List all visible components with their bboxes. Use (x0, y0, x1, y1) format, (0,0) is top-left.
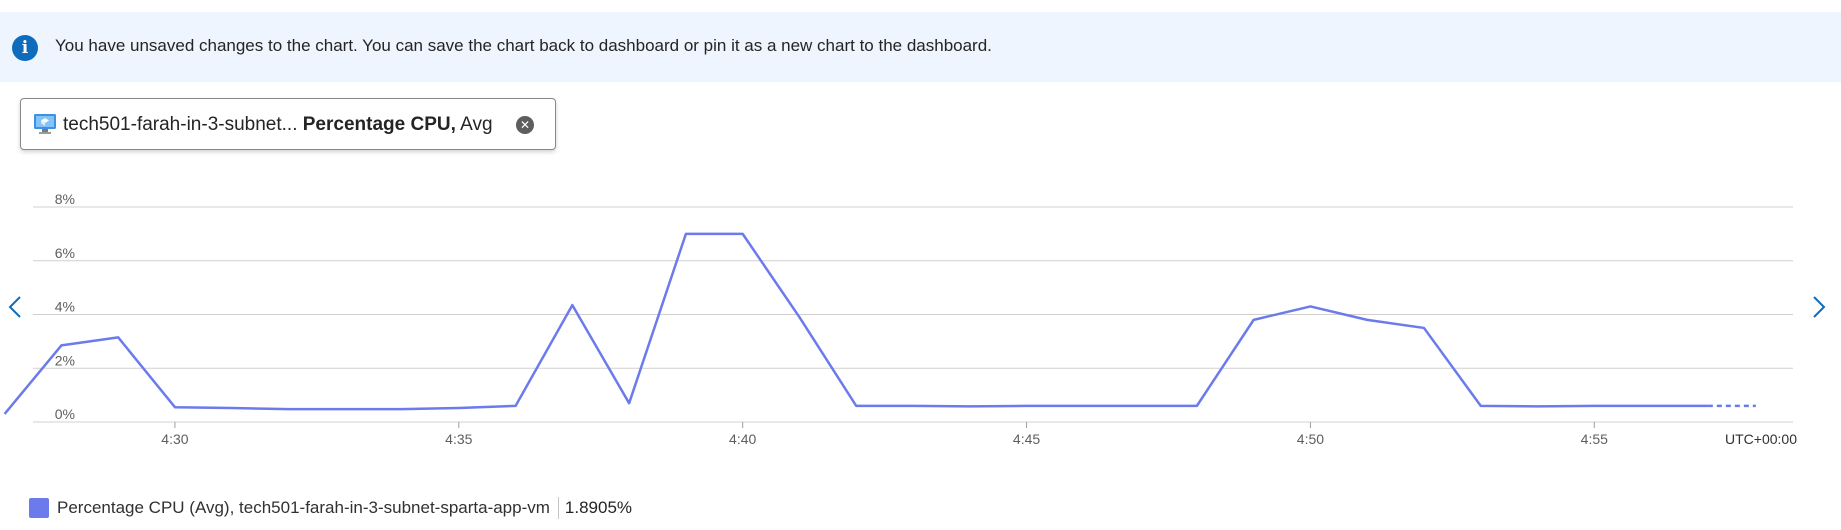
x-tick-label: 4:55 (1581, 431, 1608, 447)
x-tick-label: 4:40 (729, 431, 756, 447)
metric-pill-text: tech501-farah-in-3-subnet... Percentage … (63, 114, 493, 136)
x-tick-label: 4:35 (445, 431, 472, 447)
x-tick-label: 4:45 (1013, 431, 1040, 447)
y-tick-label: 2% (55, 352, 75, 368)
legend-value: 1.8905% (564, 498, 633, 517)
close-icon[interactable]: ✕ (516, 116, 534, 134)
x-tick-label: 4:30 (161, 431, 188, 447)
metric-name: Percentage CPU, (302, 114, 456, 135)
y-tick-label: 4% (55, 299, 75, 315)
cpu-line-chart: 0% 2% 4% 6% 8% 4:30 4:35 4:40 4:45 4:50 4:55 UTC+00… (3, 191, 1797, 447)
chart-legend[interactable]: Percentage CPU (Avg), tech501-farah-in-3… (29, 496, 632, 520)
y-tick-label: 8% (55, 191, 75, 207)
legend-swatch (29, 498, 49, 518)
timezone-label: UTC+00:00 (1725, 431, 1797, 447)
y-tick-label: 6% (55, 245, 75, 261)
metric-aggregation: Avg (460, 114, 493, 135)
metric-selector-pill[interactable]: tech501-farah-in-3-subnet... Percentage … (20, 98, 556, 150)
legend-label: Percentage CPU (Avg), tech501-farah-in-3… (57, 498, 550, 517)
vm-icon (34, 114, 56, 134)
legend-separator (557, 497, 559, 519)
banner-message: You have unsaved changes to the chart. Y… (55, 36, 992, 55)
metric-resource-name: tech501-farah-in-3-subnet... (63, 114, 298, 135)
info-icon: i (12, 35, 38, 61)
y-tick-label: 0% (55, 406, 75, 422)
x-tick-label: 4:50 (1297, 431, 1324, 447)
